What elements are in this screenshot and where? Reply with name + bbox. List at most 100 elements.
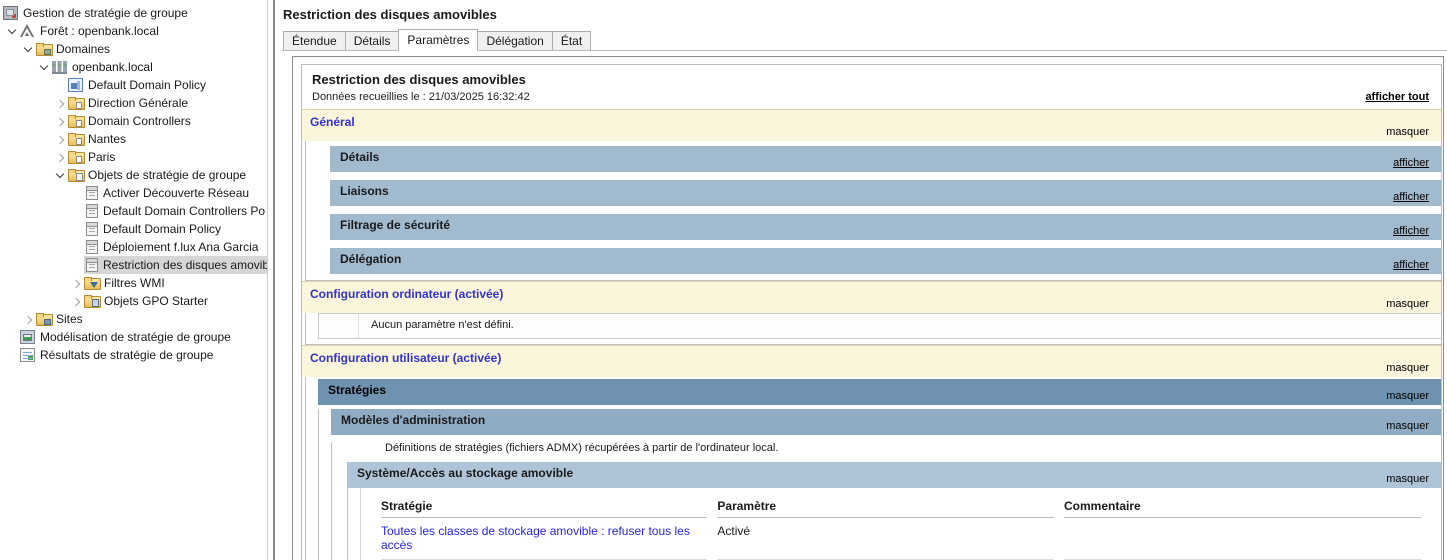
chevron-spacer	[4, 329, 20, 345]
toggle-details[interactable]: afficher	[1393, 157, 1429, 169]
chevron-collapsed-icon[interactable]	[52, 113, 68, 129]
chevron-collapsed-icon[interactable]	[52, 95, 68, 111]
subsection-admin-templates[interactable]: Modèles d'administration masquer	[331, 409, 1441, 435]
tree-item-domains[interactable]: Domaines	[0, 40, 267, 58]
subsection-details[interactable]: Détails afficher	[330, 146, 1441, 172]
chevron-collapsed-icon[interactable]	[20, 311, 36, 327]
tree-item-ou-paris[interactable]: Paris	[0, 148, 267, 166]
toggle-computer-config[interactable]: masquer	[1386, 298, 1429, 310]
show-all-link[interactable]: afficher tout	[1365, 91, 1429, 103]
details-pane: Restriction des disques amovibles Étendu…	[275, 0, 1447, 560]
tree-item-label: Sites	[56, 311, 86, 327]
chevron-expanded-icon[interactable]	[52, 167, 68, 183]
console-tree: Gestion de stratégie de groupe Forêt : o…	[0, 0, 268, 560]
subsection-filtrage[interactable]: Filtrage de sécurité afficher	[330, 214, 1441, 240]
tree-item-label: Forêt : openbank.local	[40, 23, 162, 39]
removable-storage-container: Stratégie Paramètre Commentaire Toutes l…	[347, 488, 1441, 560]
tree-item-root[interactable]: Gestion de stratégie de groupe	[0, 4, 267, 22]
chevron-spacer	[68, 203, 84, 219]
tree-item-gpo-restriction-disques[interactable]: Restriction des disques amovib	[0, 256, 267, 274]
tree-item-starter-gpos[interactable]: Objets GPO Starter	[0, 292, 267, 310]
tab-etendue[interactable]: Étendue	[283, 31, 346, 50]
gpo-scroll-icon	[86, 186, 98, 200]
col-header-commentaire: Commentaire	[1064, 496, 1421, 518]
subsection-strategies[interactable]: Stratégies masquer	[318, 379, 1441, 405]
tree-item-default-domain-policy-link[interactable]: Default Domain Policy	[0, 76, 267, 94]
tree-item-gpo-activer-decouverte[interactable]: Activer Découverte Réseau	[0, 184, 267, 202]
tree-item-gpo-default-dc-policy[interactable]: Default Domain Controllers Po	[0, 202, 267, 220]
user-config-container: Stratégies masquer Modèles d'administrat…	[305, 377, 1441, 560]
section-user-config[interactable]: Configuration utilisateur (activée) masq…	[302, 345, 1441, 377]
general-container: Détails afficher Liaisons afficher Filtr…	[305, 141, 1441, 281]
chevron-collapsed-icon[interactable]	[68, 293, 84, 309]
toggle-liaisons[interactable]: afficher	[1393, 191, 1429, 203]
tree-item-label: Filtres WMI	[104, 275, 168, 291]
ou-folder-icon	[68, 114, 83, 128]
tree-item-label: Default Domain Policy	[88, 77, 209, 93]
settings-table: Stratégie Paramètre Commentaire Toutes l…	[371, 496, 1431, 560]
tab-etat[interactable]: État	[552, 31, 591, 50]
admx-note: Définitions de stratégies (fichiers ADMX…	[385, 442, 1441, 454]
tree-item-ou-direction-generale[interactable]: Direction Générale	[0, 94, 267, 112]
tree-item-domain-openbank[interactable]: openbank.local	[0, 58, 267, 76]
report-content: Restriction des disques amovibles Donnée…	[301, 64, 1442, 560]
section-computer-title: Configuration ordinateur (activée)	[310, 287, 503, 301]
tree-item-ou-nantes[interactable]: Nantes	[0, 130, 267, 148]
tree-item-label: Default Domain Controllers Po	[103, 203, 268, 219]
selected-highlight: Restriction des disques amovib	[84, 256, 268, 274]
page-title: Restriction des disques amovibles	[283, 7, 1447, 22]
tree-item-label: openbank.local	[72, 59, 156, 75]
tree-item-gpo-default-domain-policy[interactable]: Default Domain Policy	[0, 220, 267, 238]
subsection-removable-storage[interactable]: Système/Accès au stockage amovible masqu…	[347, 462, 1441, 488]
toggle-removable-storage[interactable]: masquer	[1386, 473, 1429, 485]
chevron-expanded-icon[interactable]	[20, 41, 36, 57]
chevron-spacer	[52, 77, 68, 93]
tree-item-ou-domain-controllers[interactable]: Domain Controllers	[0, 112, 267, 130]
toggle-delegation[interactable]: afficher	[1393, 259, 1429, 271]
chevron-spacer	[68, 257, 84, 273]
tree-item-label: Résultats de stratégie de groupe	[40, 347, 216, 363]
toggle-general[interactable]: masquer	[1386, 126, 1429, 138]
tree-item-sites[interactable]: Sites	[0, 310, 267, 328]
subsection-delegation[interactable]: Délégation afficher	[330, 248, 1441, 274]
toggle-user-config[interactable]: masquer	[1386, 362, 1429, 374]
tab-strip: Étendue Détails Paramètres Délégation Ét…	[282, 29, 1447, 51]
ou-folder-icon	[68, 132, 83, 146]
tree-item-gpo-objects[interactable]: Objets de stratégie de groupe	[0, 166, 267, 184]
gpo-objects-folder-icon	[68, 168, 83, 182]
tree-item-results[interactable]: Résultats de stratégie de groupe	[0, 346, 267, 364]
chevron-collapsed-icon[interactable]	[52, 149, 68, 165]
section-computer-config[interactable]: Configuration ordinateur (activée) masqu…	[302, 281, 1441, 313]
toggle-admin-templates[interactable]: masquer	[1386, 420, 1429, 432]
toggle-strategies[interactable]: masquer	[1386, 390, 1429, 402]
tree-item-modeling[interactable]: Modélisation de stratégie de groupe	[0, 328, 267, 346]
col-header-parametre: Paramètre	[717, 496, 1054, 518]
tree-item-label: Domaines	[56, 41, 113, 57]
tab-details[interactable]: Détails	[345, 31, 400, 50]
tree-item-label: Déploiement f.lux Ana Garcia	[103, 239, 261, 255]
subsection-liaisons[interactable]: Liaisons afficher	[330, 180, 1441, 206]
section-general[interactable]: Général masquer	[302, 109, 1441, 141]
report-title: Restriction des disques amovibles	[312, 72, 1431, 87]
tab-parametres[interactable]: Paramètres	[398, 29, 478, 51]
table-header-row: Stratégie Paramètre Commentaire	[381, 496, 1421, 518]
tree-item-wmi-filters[interactable]: Filtres WMI	[0, 274, 267, 292]
tree-item-forest[interactable]: Forêt : openbank.local	[0, 22, 267, 40]
toggle-filtrage[interactable]: afficher	[1393, 225, 1429, 237]
chevron-expanded-icon[interactable]	[36, 59, 52, 75]
panel-splitter[interactable]	[268, 0, 275, 560]
chevron-collapsed-icon[interactable]	[52, 131, 68, 147]
wmi-filters-folder-icon	[84, 276, 99, 290]
chevron-collapsed-icon[interactable]	[68, 275, 84, 291]
domain-icon	[52, 61, 67, 74]
chevron-spacer	[68, 221, 84, 237]
admin-templates-container: Définitions de stratégies (fichiers ADMX…	[331, 442, 1441, 560]
gpo-scroll-icon	[86, 222, 98, 236]
chevron-expanded-icon[interactable]	[4, 23, 20, 39]
chevron-spacer	[4, 347, 20, 363]
modeling-icon	[20, 330, 35, 344]
gpo-scroll-icon	[86, 258, 98, 272]
tab-delegation[interactable]: Délégation	[477, 31, 552, 50]
policy-link[interactable]: Toutes les classes de stockage amovible …	[381, 524, 690, 552]
tree-item-gpo-deploiement-flux[interactable]: Déploiement f.lux Ana Garcia	[0, 238, 267, 256]
